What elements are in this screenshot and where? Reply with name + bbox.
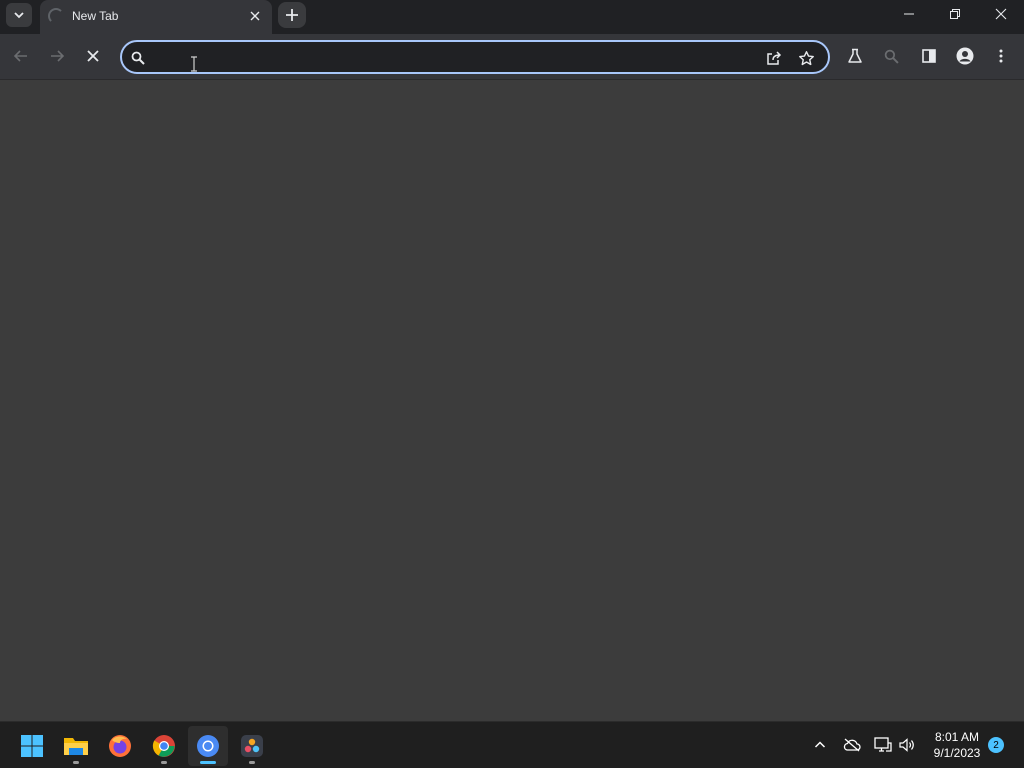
back-button[interactable]: [6, 41, 36, 71]
title-bar: New Tab: [0, 0, 1024, 34]
page-content: [0, 81, 1024, 721]
chevron-up-icon: [814, 741, 826, 748]
star-icon: [798, 50, 814, 65]
active-indicator: [200, 761, 216, 764]
arrow-left-icon: [13, 50, 27, 62]
flask-icon: [848, 48, 862, 63]
plus-icon: [286, 9, 298, 21]
chrome-icon: [152, 735, 175, 757]
show-hidden-icons-button[interactable]: [809, 734, 831, 756]
notification-badge[interactable]: 2: [988, 737, 1004, 753]
taskbar-firefox[interactable]: [100, 726, 140, 766]
text-cursor-icon: [191, 56, 197, 72]
davinci-icon: [241, 735, 263, 757]
speaker-icon: [899, 738, 914, 752]
close-icon: [995, 8, 1007, 20]
loading-spinner-icon: [48, 8, 64, 24]
search-button[interactable]: [876, 41, 906, 71]
new-tab-button[interactable]: [278, 2, 306, 28]
address-input[interactable]: [156, 47, 746, 67]
firefox-icon: [109, 735, 131, 757]
share-icon: [767, 51, 782, 65]
arrow-right-icon: [51, 50, 65, 62]
taskbar-davinci-resolve[interactable]: [232, 726, 272, 766]
close-icon: [250, 11, 260, 21]
network-tray-icon[interactable]: [872, 734, 894, 756]
cloud-off-icon: [843, 738, 861, 752]
more-vertical-icon: [999, 49, 1003, 63]
folder-icon: [64, 738, 88, 755]
share-button[interactable]: [764, 48, 784, 68]
forward-button[interactable]: [42, 41, 72, 71]
onedrive-tray-icon[interactable]: [841, 734, 863, 756]
start-button[interactable]: [12, 726, 52, 766]
search-icon: [884, 49, 899, 64]
network-icon: [874, 737, 892, 752]
chevron-down-icon: [14, 12, 24, 19]
windows-start-icon: [21, 735, 43, 757]
taskbar-chromium[interactable]: [188, 726, 228, 766]
chromium-icon: [197, 735, 219, 757]
taskbar-chrome[interactable]: [144, 726, 184, 766]
running-indicator: [161, 761, 167, 764]
running-indicator: [73, 761, 79, 764]
restore-icon: [950, 9, 960, 19]
search-icon: [128, 48, 148, 68]
tab-title: New Tab: [72, 9, 119, 23]
bookmark-button[interactable]: [796, 48, 816, 68]
minimize-button[interactable]: [886, 0, 932, 28]
side-panel-icon: [922, 49, 936, 63]
close-window-button[interactable]: [978, 0, 1024, 28]
minimize-icon: [904, 13, 914, 15]
restore-button[interactable]: [932, 0, 978, 28]
browser-toolbar: [0, 34, 1024, 80]
taskbar: 8:01 AM 9/1/2023 2: [0, 721, 1024, 768]
stop-loading-button[interactable]: [78, 41, 108, 71]
running-indicator: [249, 761, 255, 764]
volume-tray-icon[interactable]: [896, 734, 918, 756]
tab-search-button[interactable]: [6, 3, 32, 27]
clock-time: 8:01 AM: [934, 730, 980, 744]
clock-date: 9/1/2023: [933, 746, 981, 760]
labs-button[interactable]: [840, 41, 870, 71]
tab-close-button[interactable]: [246, 7, 264, 25]
side-panel-button[interactable]: [914, 41, 944, 71]
taskbar-file-explorer[interactable]: [56, 726, 96, 766]
close-icon: [87, 50, 99, 62]
menu-button[interactable]: [986, 41, 1016, 71]
profile-button[interactable]: [950, 41, 980, 71]
avatar-icon: [956, 47, 974, 65]
address-bar[interactable]: [120, 40, 830, 74]
tab-new-tab[interactable]: New Tab: [40, 0, 272, 34]
taskbar-clock[interactable]: 8:01 AM 9/1/2023: [926, 729, 988, 761]
